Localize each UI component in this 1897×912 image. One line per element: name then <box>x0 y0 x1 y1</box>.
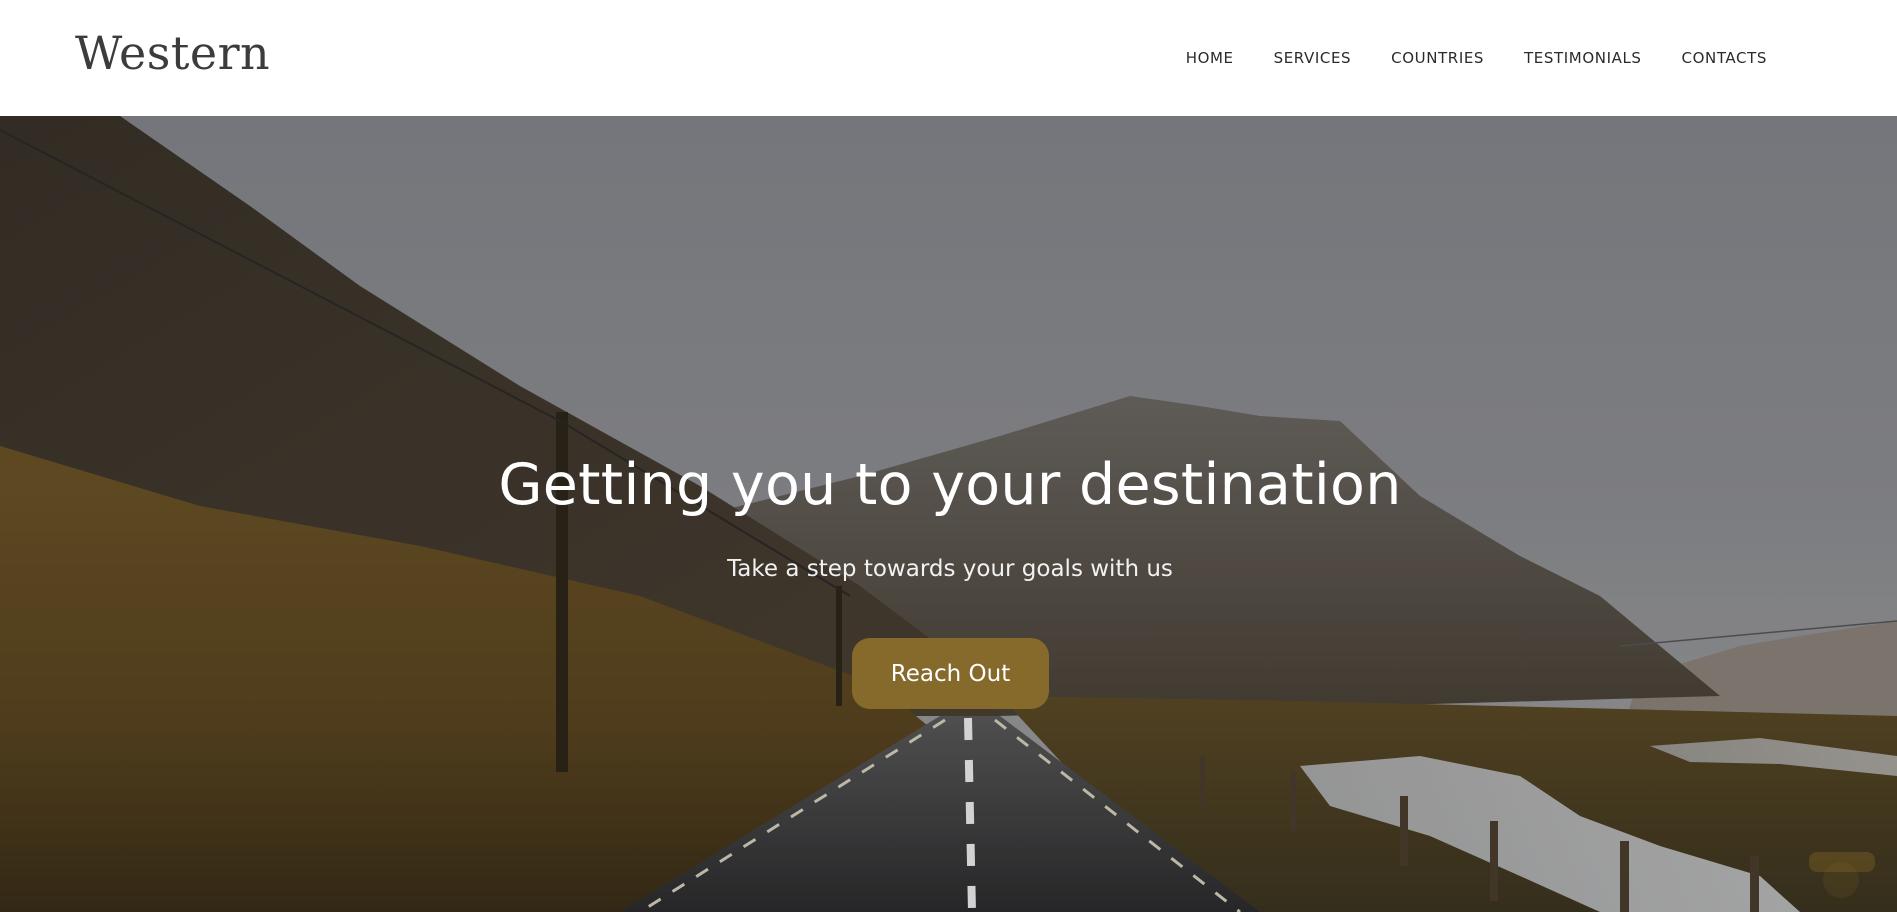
nav-item-services[interactable]: SERVICES <box>1274 49 1352 67</box>
nav-item-contacts[interactable]: CONTACTS <box>1682 49 1767 67</box>
hero-title: Getting you to your destination <box>498 452 1402 518</box>
reach-out-button[interactable]: Reach Out <box>852 638 1049 709</box>
main-nav: HOME SERVICES COUNTRIES TESTIMONIALS CON… <box>1146 49 1767 67</box>
site-header: Western HOME SERVICES COUNTRIES TESTIMON… <box>0 0 1897 116</box>
hero-section: Getting you to your destination Take a s… <box>0 116 1897 912</box>
nav-item-home[interactable]: HOME <box>1186 49 1234 67</box>
nav-item-countries[interactable]: COUNTRIES <box>1391 49 1484 67</box>
hero-content: Getting you to your destination Take a s… <box>0 116 1897 912</box>
watermark-icon <box>1823 862 1859 898</box>
hero-subtitle: Take a step towards your goals with us <box>727 556 1173 582</box>
site-logo[interactable]: Western <box>75 26 270 80</box>
nav-item-testimonials[interactable]: TESTIMONIALS <box>1524 49 1641 67</box>
